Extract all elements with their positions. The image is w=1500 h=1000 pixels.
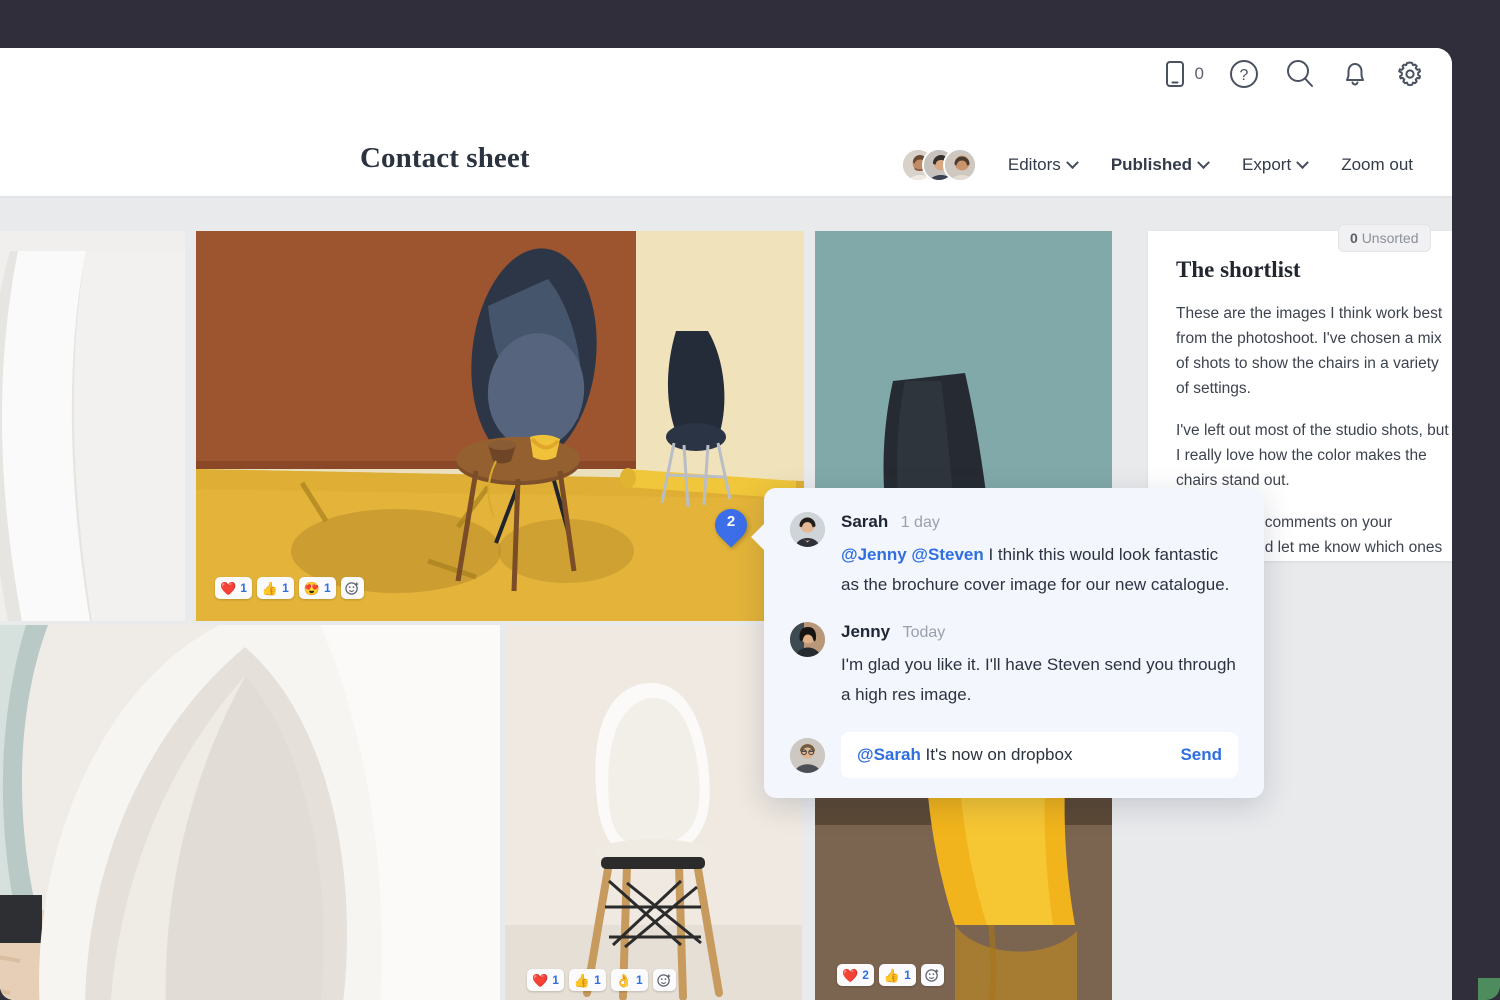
mobile-preview-count: 0 [1194,64,1204,83]
thumbsup-icon: 👍 [261,580,279,596]
heart-icon: ❤️ [842,967,859,983]
comment-text: I'm glad you like it. I'll have Steven s… [841,655,1236,704]
reaction-heart[interactable]: ❤️ 1 [527,969,564,991]
reaction-bar[interactable]: ❤️ 2 👍 1 [837,964,944,986]
title-row: Contact sheet Editors Published Export Z… [0,142,1452,196]
reaction-bar[interactable]: ❤️ 1 👍 1 👌 1 [527,969,676,991]
help-icon[interactable]: ? [1228,58,1260,90]
notifications-bell-icon[interactable] [1340,58,1370,90]
heart-eyes-icon: 😍 [303,580,320,596]
reaction-count: 1 [635,973,643,987]
pin-count: 2 [726,513,736,530]
reaction-heart[interactable]: ❤️ 1 [215,577,252,599]
settings-gear-icon[interactable] [1394,58,1426,90]
thumbsup-icon: 👍 [883,967,901,983]
heart-icon: ❤️ [220,580,237,596]
chevron-down-icon [1197,155,1210,169]
zoom-out-label: Zoom out [1341,155,1413,174]
published-dropdown[interactable]: Published [1094,155,1225,175]
comment-item: Jenny Today I'm glad you like it. I'll h… [790,622,1238,710]
editors-avatar-stack[interactable] [900,148,977,182]
desktop-background: 0 ? Contact sheet Editors Published Expo… [0,0,1500,1000]
mobile-preview-icon[interactable]: 0 [1162,59,1204,89]
comment-popover[interactable]: Sarah 1 day @Jenny @Steven I think this … [751,488,1264,798]
unsorted-badge[interactable]: 0 Unsorted [1338,224,1431,252]
toolbar-icon-group: 0 ? [1162,58,1426,90]
reaction-ok-hand[interactable]: 👌 1 [610,969,648,991]
comment-author: Sarah [841,512,889,531]
shortlist-paragraph: I've left out most of the studio shots, … [1176,422,1449,489]
shortlist-heading: The shortlist [1176,257,1301,282]
add-reaction-button[interactable] [340,577,364,599]
comment-mentions[interactable]: @Jenny @Steven [841,545,984,564]
editors-dropdown[interactable]: Editors [991,155,1094,175]
avatar [942,148,977,182]
send-button[interactable]: Send [1180,745,1222,765]
reaction-heart-eyes[interactable]: 😍 1 [298,577,336,599]
reaction-heart[interactable]: ❤️ 2 [837,964,874,986]
svg-text:?: ? [1240,67,1249,84]
comment-meta: Jenny Today [841,622,1238,642]
add-reaction-icon [344,581,358,595]
tile-room-scene[interactable]: ❤️ 1 👍 1 😍 1 [196,231,804,621]
tile-white-abstract[interactable] [0,625,500,1000]
published-label: Published [1110,155,1193,174]
export-label: Export [1242,155,1292,174]
avatar [790,622,825,657]
reaction-count: 1 [282,581,289,595]
composer-text: It's now on dropbox [920,745,1073,764]
thumbsup-icon: 👍 [573,972,591,988]
reaction-thumbsup[interactable]: 👍 1 [878,964,916,986]
comment-author: Jenny [841,622,891,641]
chevron-down-icon [1065,155,1079,169]
search-icon[interactable] [1284,58,1316,90]
comment-body: Jenny Today I'm glad you like it. I'll h… [841,622,1238,710]
add-reaction-button[interactable] [652,969,676,991]
reaction-count: 2 [862,968,869,982]
composer-mention: @Sarah [857,745,921,764]
reaction-thumbsup[interactable]: 👍 1 [256,577,294,599]
tile-eames-white-chair[interactable]: ❤️ 1 👍 1 👌 1 [505,625,802,1000]
reaction-thumbsup[interactable]: 👍 1 [568,969,606,991]
background-accent [1478,978,1500,1000]
avatar [790,737,825,773]
comment-time: Today [902,624,946,641]
comment-text: @Jenny @Steven I think this would look f… [841,540,1238,600]
toolbar: 0 ? [0,48,1452,148]
reaction-count: 1 [594,973,601,987]
editors-label: Editors [1007,155,1061,174]
reaction-bar[interactable]: ❤️ 1 👍 1 😍 1 [215,577,364,599]
header-actions: Editors Published Export Zoom out [900,148,1430,182]
comment-meta: Sarah 1 day [841,512,1238,532]
unsorted-label: Unsorted [1361,230,1419,246]
comment-pin[interactable]: 2 [708,502,754,551]
comment-time: 1 day [900,514,940,531]
reaction-count: 1 [904,968,911,982]
comment-body: Sarah 1 day @Jenny @Steven I think this … [841,512,1238,600]
comment-item: Sarah 1 day @Jenny @Steven I think this … [790,512,1238,600]
comment-input-value: @Sarah It's now on dropbox [857,745,1180,765]
page-title: Contact sheet [360,142,530,174]
zoom-out-button[interactable]: Zoom out [1324,155,1430,175]
avatar [790,512,825,547]
heart-icon: ❤️ [532,972,549,988]
contact-sheet-canvas[interactable]: ❤️ 1 👍 1 😍 1 ❤️ 1 👍 1 👌 1 ❤️ 2 👍 1 The s… [0,198,1452,1000]
add-reaction-icon [656,973,670,987]
comment-composer[interactable]: @Sarah It's now on dropbox Send [790,732,1238,778]
comment-input[interactable]: @Sarah It's now on dropbox Send [841,732,1238,778]
chevron-down-icon [1296,155,1310,169]
app-window: 0 ? Contact sheet Editors Published Expo… [0,48,1452,1000]
reaction-count: 1 [240,581,247,595]
unsorted-count: 0 [1350,230,1358,246]
tile-white-chair-left[interactable] [0,231,185,621]
add-reaction-icon [925,968,938,982]
ok-hand-icon: 👌 [615,972,632,988]
export-dropdown[interactable]: Export [1225,155,1324,175]
shortlist-paragraph: These are the images I think work best f… [1176,305,1443,397]
reaction-count: 1 [552,973,559,987]
add-reaction-button[interactable] [920,964,944,986]
reaction-count: 1 [323,581,331,595]
